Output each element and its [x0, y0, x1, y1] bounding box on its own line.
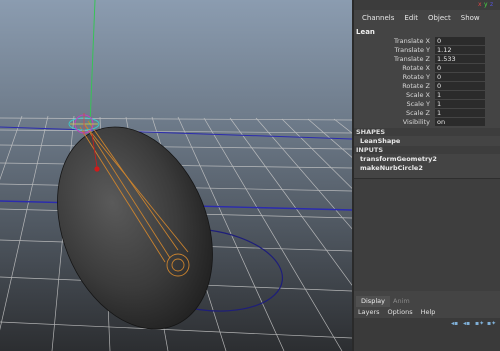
channel-label[interactable]: Visibility	[403, 118, 430, 126]
channel-value[interactable]: 0	[435, 37, 485, 45]
channel-row[interactable]: Scale X 1	[354, 91, 500, 100]
channel-label[interactable]: Scale X	[406, 91, 430, 99]
channel-row[interactable]: Scale Z 1	[354, 109, 500, 118]
channel-value[interactable]: 0	[435, 73, 485, 81]
layer-editor-menu: Layers Options Help	[354, 307, 500, 318]
channel-value[interactable]: 0	[435, 64, 485, 72]
channel-row[interactable]: Rotate X 0	[354, 64, 500, 73]
menu-options[interactable]: Options	[384, 307, 417, 318]
object-name[interactable]: Lean	[356, 28, 375, 36]
channel-label[interactable]: Translate Z	[394, 55, 430, 63]
channel-value[interactable]: 1.533	[435, 55, 485, 63]
menu-edit[interactable]: Edit	[399, 12, 423, 26]
channel-value[interactable]: 1	[435, 109, 485, 117]
move-layer-up-icon[interactable]: ◂▪	[451, 320, 460, 327]
channel-value[interactable]: 1	[435, 100, 485, 108]
channel-value[interactable]: 0	[435, 82, 485, 90]
channel-value[interactable]: 1	[435, 91, 485, 99]
channel-label[interactable]: Translate Y	[394, 46, 430, 54]
channel-value[interactable]: on	[435, 118, 485, 126]
viewport-canvas[interactable]	[0, 0, 352, 351]
shape-node[interactable]: LeanShape	[360, 137, 400, 145]
layer-editor-tabs: Display Anim	[354, 296, 500, 307]
shapes-header: SHAPES	[354, 128, 500, 136]
z-icon[interactable]: z	[490, 1, 493, 8]
channel-row[interactable]: Translate Z 1.533	[354, 55, 500, 64]
move-layer-down-icon[interactable]: ◂▪	[463, 320, 472, 327]
tab-anim[interactable]: Anim	[388, 296, 415, 307]
new-layer-selected-icon[interactable]: ▪✦	[487, 320, 496, 327]
channel-row[interactable]: Visibility on	[354, 118, 500, 127]
channel-label[interactable]: Scale Y	[406, 100, 430, 108]
channel-box-empty-area	[354, 178, 500, 291]
locator-point	[94, 166, 100, 172]
channel-box-menu: Channels Edit Object Show	[354, 12, 500, 26]
channel-label[interactable]: Rotate Y	[403, 73, 430, 81]
channel-row[interactable]: Rotate Y 0	[354, 73, 500, 82]
inputs-header: INPUTS	[354, 146, 500, 154]
input-node[interactable]: makeNurbCircle2	[360, 164, 423, 172]
channel-label[interactable]: Translate X	[394, 37, 430, 45]
menu-object[interactable]: Object	[423, 12, 456, 26]
y-icon[interactable]: y	[484, 1, 488, 8]
3d-viewport[interactable]	[0, 0, 352, 351]
channel-label[interactable]: Rotate Z	[402, 82, 430, 90]
layer-toolbar: ◂▪ ◂▪ ▪✦ ▪✦	[451, 320, 496, 327]
menu-layers[interactable]: Layers	[354, 307, 384, 318]
channel-value[interactable]: 1.12	[435, 46, 485, 54]
channel-row[interactable]: Rotate Z 0	[354, 82, 500, 91]
channel-row[interactable]: Translate X 0	[354, 37, 500, 46]
panel-tabbar: x y z	[354, 0, 500, 10]
x-icon[interactable]: x	[478, 1, 482, 8]
menu-channels[interactable]: Channels	[357, 12, 399, 26]
menu-show[interactable]: Show	[456, 12, 485, 26]
channel-label[interactable]: Rotate X	[402, 64, 430, 72]
channel-box-panel: x y z Channels Edit Object Show Lean Tra…	[354, 0, 500, 351]
channel-label[interactable]: Scale Z	[406, 109, 430, 117]
input-node[interactable]: transformGeometry2	[360, 155, 437, 163]
tab-display[interactable]: Display	[356, 296, 390, 307]
new-layer-icon[interactable]: ▪✦	[475, 320, 484, 327]
channel-row[interactable]: Scale Y 1	[354, 100, 500, 109]
channel-row[interactable]: Translate Y 1.12	[354, 46, 500, 55]
menu-help[interactable]: Help	[417, 307, 440, 318]
